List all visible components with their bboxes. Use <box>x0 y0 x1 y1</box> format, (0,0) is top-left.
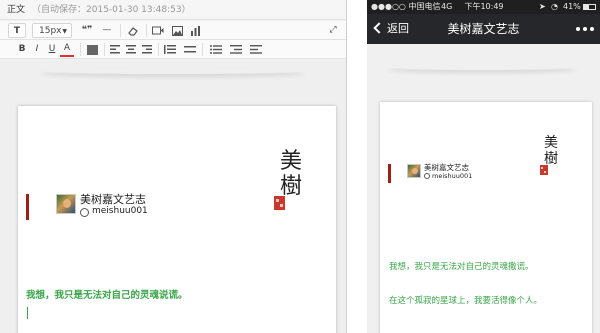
fullscreen-icon[interactable]: ⤢ <box>326 23 340 38</box>
page-shadow <box>387 64 577 70</box>
article-page[interactable]: 美 樹 美树嘉文艺志 meishuu001 我想，我只是无法对自己的灵魂说谎。 <box>18 106 336 333</box>
align-center-icon[interactable] <box>124 42 138 57</box>
quote-icon[interactable]: ❝❞ <box>80 23 94 38</box>
nav-title: 美树嘉文艺志 <box>447 22 520 36</box>
more-icon[interactable] <box>576 27 594 31</box>
location-icon: ➤ <box>539 2 546 11</box>
editor-panel: 正文 （自动保存：2015-01-30 13:48:53） T 15px ▼ ❝❞ … <box>0 0 347 333</box>
wechat-icon <box>80 208 89 217</box>
nav-bar: 返回 美树嘉文艺志 <box>367 14 600 44</box>
bold-button[interactable]: B <box>16 42 28 57</box>
autosave-status: （自动保存：2015-01-30 13:48:53） <box>32 5 191 15</box>
account-id: meishuu001 <box>432 172 473 180</box>
image-icon[interactable] <box>170 23 184 38</box>
eraser-icon[interactable] <box>126 23 140 38</box>
chevron-down-icon: ▼ <box>62 28 67 35</box>
account-id: meishuu001 <box>92 206 148 216</box>
italic-button[interactable]: I <box>31 42 43 57</box>
align-right-icon[interactable] <box>140 42 154 57</box>
network-label: 4G <box>441 2 453 11</box>
accent-bar <box>26 194 29 220</box>
editor-section-label: 正文 <box>7 5 26 15</box>
article-paragraph-2: 在这个孤寂的星球上，我要活得像个人。 <box>389 296 543 306</box>
editor-toolbar-row-2: B I U A <box>0 40 346 59</box>
carrier-label: ●●●○○ 中国电信 <box>371 2 441 11</box>
editor-header: 正文 （自动保存：2015-01-30 13:48:53） <box>0 0 346 20</box>
toolbar-divider <box>80 43 81 56</box>
logo-char-top: 美 <box>544 135 558 151</box>
article-paragraph-1: 我想，我只是无法对自己的灵魂撒谎。 <box>389 262 534 272</box>
background-color-icon[interactable] <box>84 42 100 57</box>
toolbar-divider <box>146 24 147 37</box>
video-icon[interactable] <box>150 23 166 38</box>
seal-icon <box>274 196 285 210</box>
back-button[interactable]: 返回 <box>387 14 409 44</box>
account-name: 美树嘉文艺志 <box>80 193 146 206</box>
logo-char-bottom: 樹 <box>544 151 558 167</box>
font-size-value: 15px <box>39 26 62 36</box>
toolbar-divider <box>120 24 121 37</box>
status-bar: ●●●○○ 中国电信 4G 下午10:49 ➤ ◔ 41% <box>367 0 600 14</box>
align-left-icon[interactable] <box>108 42 122 57</box>
article-page[interactable]: 美 樹 美树嘉文艺志 meishuu001 我想，我只是无法对自己的灵魂撒谎。 … <box>380 102 592 333</box>
logo-char-top: 美 <box>280 149 303 174</box>
chart-icon[interactable] <box>188 23 202 38</box>
back-arrow-icon[interactable] <box>373 22 385 34</box>
font-size-select[interactable]: 15px ▼ <box>32 23 72 38</box>
account-name: 美树嘉文艺志 <box>424 163 469 172</box>
battery-icon <box>583 4 596 10</box>
horizontal-rule-icon[interactable]: — <box>100 23 114 38</box>
text-format-icon[interactable]: T <box>8 23 26 38</box>
phone-content[interactable]: 美 樹 美树嘉文艺志 meishuu001 我想，我只是无法对自己的灵魂撒谎。 … <box>367 44 600 333</box>
battery-percent: 41% <box>563 2 581 11</box>
article-paragraph-1[interactable]: 我想，我只是无法对自己的灵魂说谎。 <box>26 289 188 302</box>
avatar <box>407 164 421 178</box>
alarm-icon: ◔ <box>551 2 558 11</box>
editor-canvas[interactable]: 美 樹 美树嘉文艺志 meishuu001 我想，我只是无法对自己的灵魂说谎。 <box>0 60 346 333</box>
list-icon[interactable] <box>208 42 224 57</box>
accent-bar <box>388 164 391 183</box>
wechat-icon <box>424 173 430 179</box>
editor-toolbar-row-1: T 15px ▼ ❝❞ — ⤢ <box>0 21 346 40</box>
avatar <box>56 194 76 214</box>
paragraph-spacing-icon[interactable] <box>182 42 198 57</box>
line-height-icon[interactable] <box>162 42 178 57</box>
toolbar-divider <box>158 43 159 56</box>
toolbar-divider <box>104 43 105 56</box>
underline-button[interactable]: U <box>46 42 58 57</box>
page-shadow <box>40 68 305 74</box>
phone-preview: ●●●○○ 中国电信 4G 下午10:49 ➤ ◔ 41% 返回 美树嘉文艺志 … <box>367 0 600 333</box>
toolbar-divider <box>202 43 203 56</box>
outdent-icon[interactable] <box>248 42 264 57</box>
text-cursor <box>27 307 28 319</box>
indent-icon[interactable] <box>228 42 244 57</box>
font-color-button[interactable]: A <box>60 42 74 57</box>
seal-icon <box>540 165 548 175</box>
logo-char-bottom: 樹 <box>280 174 303 199</box>
clock: 下午10:49 <box>464 2 504 11</box>
